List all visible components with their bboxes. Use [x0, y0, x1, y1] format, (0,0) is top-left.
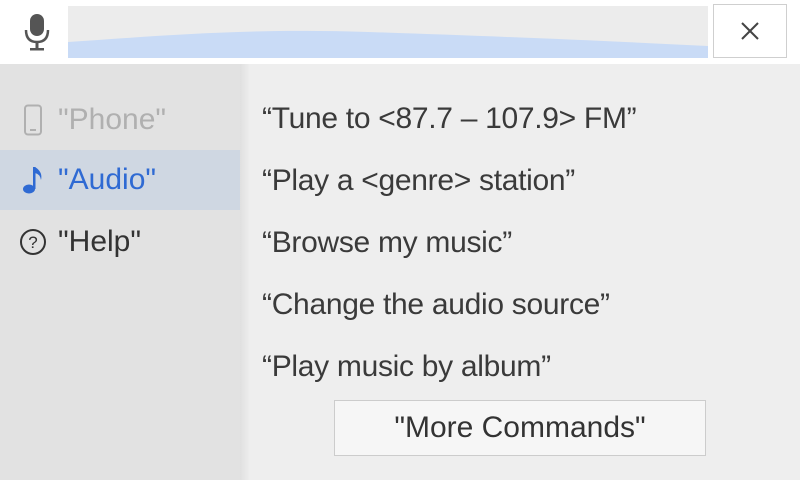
svg-text:?: ?	[28, 233, 37, 252]
music-note-icon	[18, 163, 48, 197]
help-circle-icon: ?	[18, 225, 48, 259]
command-item[interactable]: “Play a <genre> station”	[262, 164, 575, 198]
more-commands-button[interactable]: "More Commands"	[334, 400, 706, 456]
command-item[interactable]: “Tune to <87.7 – 107.9> FM”	[262, 102, 637, 136]
sidebar-item-help[interactable]: ? "Help"	[0, 212, 240, 272]
category-sidebar: "Phone" "Audio" ? "Help"	[0, 64, 240, 480]
command-item[interactable]: “Play music by album”	[262, 350, 551, 384]
voice-level-waveform	[68, 6, 708, 58]
sidebar-item-label: "Audio"	[58, 163, 157, 196]
voice-header	[0, 0, 800, 64]
close-icon	[741, 22, 759, 40]
sidebar-item-label: "Help"	[58, 225, 141, 258]
command-list: “Tune to <87.7 – 107.9> FM” “Play a <gen…	[240, 64, 800, 480]
microphone-icon[interactable]	[22, 12, 52, 52]
phone-icon	[18, 103, 48, 137]
sidebar-item-label: "Phone"	[58, 103, 167, 136]
sidebar-item-phone[interactable]: "Phone"	[0, 90, 240, 150]
command-item[interactable]: “Browse my music”	[262, 226, 512, 260]
command-item[interactable]: “Change the audio source”	[262, 288, 610, 322]
close-button[interactable]	[713, 4, 787, 58]
sidebar-item-audio[interactable]: "Audio"	[0, 150, 240, 210]
